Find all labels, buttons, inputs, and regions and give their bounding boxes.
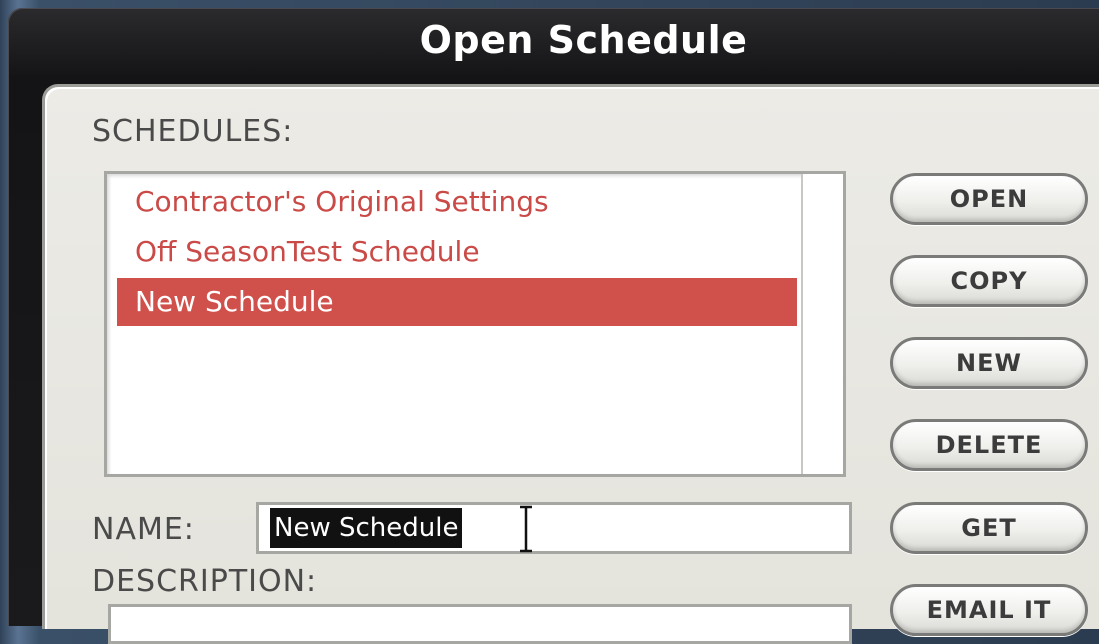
delete-button[interactable]: DELETE bbox=[890, 419, 1088, 471]
open-button[interactable]: OPEN bbox=[890, 173, 1088, 225]
description-label: DESCRIPTION: bbox=[92, 564, 318, 599]
schedules-label: SCHEDULES: bbox=[92, 114, 294, 149]
list-item[interactable]: Contractor's Original Settings bbox=[117, 178, 797, 226]
new-button[interactable]: NEW bbox=[890, 337, 1088, 389]
copy-button[interactable]: COPY bbox=[890, 255, 1088, 307]
schedules-list[interactable]: Contractor's Original Settings Off Seaso… bbox=[104, 171, 846, 477]
i-beam-cursor-icon bbox=[520, 505, 532, 553]
list-item[interactable]: Off SeasonTest Schedule bbox=[117, 228, 797, 276]
list-scrollbar[interactable] bbox=[801, 174, 843, 474]
name-selected-text: New Schedule bbox=[270, 508, 463, 548]
name-label: NAME: bbox=[92, 512, 195, 547]
get-button[interactable]: GET bbox=[890, 502, 1088, 554]
list-item-selected[interactable]: New Schedule bbox=[117, 278, 797, 326]
email-it-button[interactable]: EMAIL IT bbox=[890, 584, 1088, 636]
description-field[interactable] bbox=[108, 604, 852, 644]
dialog-title: Open Schedule bbox=[419, 18, 748, 62]
